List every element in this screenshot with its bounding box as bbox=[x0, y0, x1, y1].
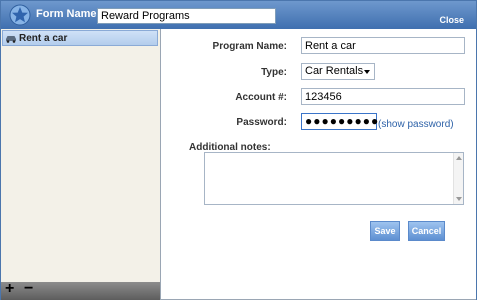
remove-button[interactable]: − bbox=[24, 280, 33, 298]
add-button[interactable]: + bbox=[5, 280, 14, 298]
notes-scrollbar[interactable] bbox=[453, 153, 463, 204]
password-mask: ●●●●●●●●● bbox=[305, 114, 380, 128]
list-item-label: Rent a car bbox=[19, 33, 68, 44]
save-button[interactable]: Save bbox=[370, 221, 400, 241]
reward-programs-window: Form Name: Close Rent a car + − Program … bbox=[0, 0, 477, 300]
form-name-input[interactable] bbox=[97, 8, 276, 24]
program-name-label: Program Name: bbox=[212, 41, 287, 52]
cancel-button[interactable]: Cancel bbox=[408, 221, 445, 241]
account-label: Account #: bbox=[235, 92, 287, 103]
close-button[interactable]: Close bbox=[439, 15, 464, 25]
chevron-down-icon bbox=[364, 70, 370, 74]
scroll-up-icon[interactable] bbox=[456, 156, 462, 160]
type-label: Type: bbox=[261, 67, 287, 78]
show-password-link[interactable]: (show password) bbox=[378, 119, 454, 130]
notes-textarea[interactable] bbox=[204, 152, 464, 205]
password-input[interactable]: ●●●●●●●●● bbox=[301, 113, 380, 130]
type-select[interactable]: Car Rentals bbox=[301, 63, 375, 80]
list-toolbar: + − bbox=[1, 280, 161, 300]
program-list-panel: Rent a car bbox=[1, 29, 161, 282]
star-icon bbox=[9, 4, 31, 26]
program-name-input[interactable] bbox=[301, 37, 465, 54]
type-select-value: Car Rentals bbox=[305, 65, 364, 77]
account-input[interactable] bbox=[301, 88, 465, 105]
password-label: Password: bbox=[236, 117, 287, 128]
scroll-down-icon[interactable] bbox=[456, 197, 462, 201]
form-name-label: Form Name: bbox=[36, 8, 101, 20]
car-icon bbox=[6, 36, 16, 43]
list-item[interactable]: Rent a car bbox=[2, 30, 158, 46]
title-bar: Form Name: Close bbox=[1, 1, 476, 29]
